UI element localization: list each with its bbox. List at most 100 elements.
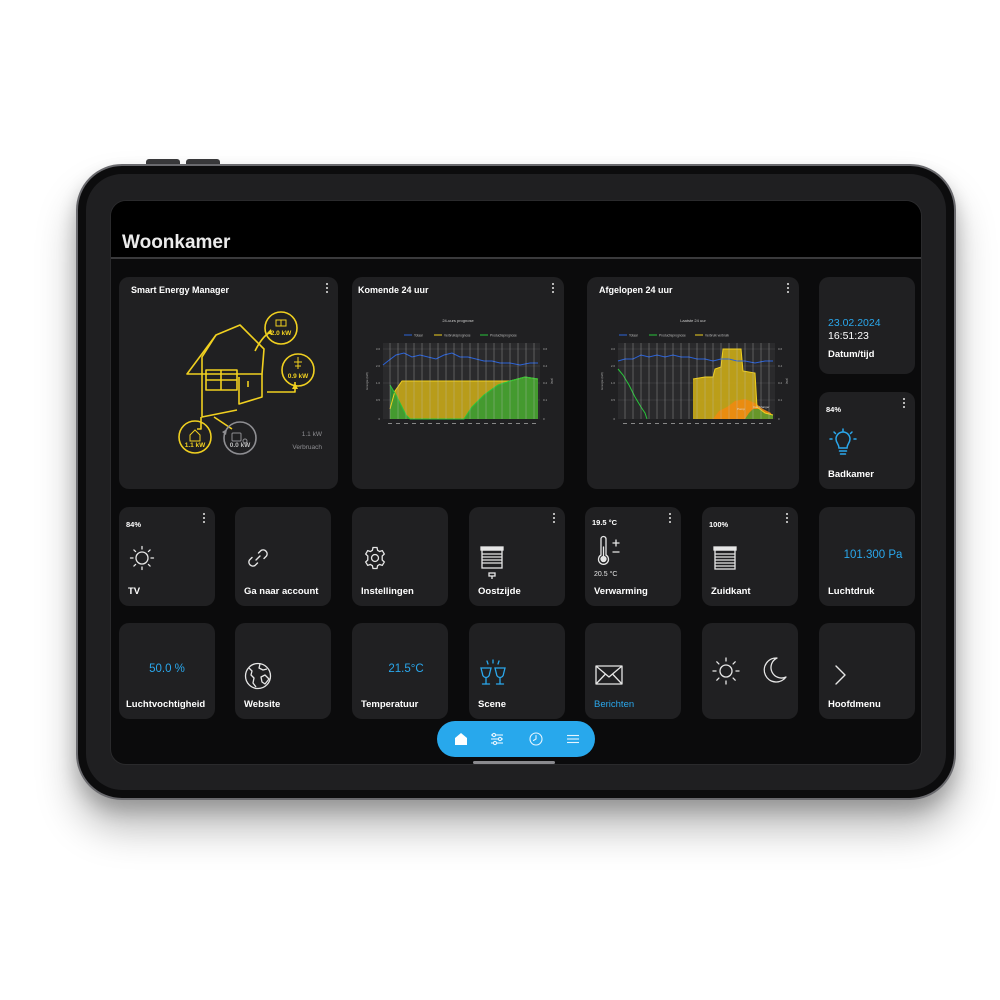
tile-verwarming[interactable]: 19.5 °C 20.5 °C Verwarming xyxy=(585,507,681,606)
svg-text:3.0: 3.0 xyxy=(611,347,616,351)
tile-label: Scene xyxy=(478,699,506,710)
more-options-icon[interactable] xyxy=(552,513,556,525)
page-header: Woonkamer xyxy=(111,201,921,259)
svg-text:0.5: 0.5 xyxy=(376,398,381,402)
app-screen: Woonkamer Smart Energy Manager 2.0 kW 0.… xyxy=(110,200,922,765)
blind-percent: 100% xyxy=(709,520,729,529)
svg-text:0.5: 0.5 xyxy=(611,398,616,402)
tile-hoofdmenu[interactable]: Hoofdmenu xyxy=(819,623,915,719)
more-options-icon[interactable] xyxy=(202,513,206,525)
time-value: 16:51:23 xyxy=(828,330,869,342)
tile-settings[interactable]: Instellingen xyxy=(352,507,448,606)
y-axis-label: Energie (kW) xyxy=(600,372,604,390)
tile-label: Datum/tijd xyxy=(828,349,875,360)
house-value: 1.1 kW xyxy=(185,442,206,449)
svg-text:3.0: 3.0 xyxy=(376,347,381,351)
lightbulb-icon xyxy=(829,428,857,455)
solar-value: 2.0 kW xyxy=(271,330,292,337)
tile-website[interactable]: Website xyxy=(235,623,331,719)
tile-label: Temperatuur xyxy=(361,699,419,710)
menu-icon[interactable] xyxy=(564,730,582,748)
heating-setpoint: 19.5 °C xyxy=(592,518,618,527)
svg-text:0.1: 0.1 xyxy=(543,398,548,402)
chart-annotation: Pomp xyxy=(737,407,745,411)
tile-scene[interactable]: Scene xyxy=(469,623,565,719)
datetime-card: 23.02.2024 16:51:23 Datum/tijd xyxy=(819,277,915,374)
moon-icon[interactable] xyxy=(760,655,790,685)
temperature-value: 21.5°C xyxy=(388,663,424,675)
y-axis-label: (kW) xyxy=(785,378,789,384)
tile-label: Instellingen xyxy=(361,586,414,597)
svg-text:2.0: 2.0 xyxy=(611,364,616,368)
tile-label: Luchtvochtigheid xyxy=(126,699,206,710)
svg-text:0.4: 0.4 xyxy=(543,364,548,368)
dimmer-percent: 84% xyxy=(126,520,142,529)
history-chart: Laatste 24 uur Totaal Productieprognose … xyxy=(595,309,791,439)
forecast-chart: 24-uurs prognose Totaal Verbruiksprognos… xyxy=(360,309,556,439)
bottom-nav xyxy=(437,721,595,757)
tile-label: Hoofdmenu xyxy=(828,699,881,710)
globe-icon xyxy=(244,662,272,690)
tile-zuidkant[interactable]: 100% Zuidkant xyxy=(702,507,798,606)
pressure-value: 101.300 Pa xyxy=(843,549,903,561)
glasses-icon xyxy=(480,659,506,685)
tile-account[interactable]: Ga naar account xyxy=(235,507,331,606)
car-value: 0.0 kW xyxy=(230,442,251,449)
tile-berichten[interactable]: Berichten xyxy=(585,623,681,719)
blind-icon xyxy=(480,546,504,579)
tile-label: TV xyxy=(128,586,141,597)
chevron-right-icon xyxy=(835,665,846,685)
tile-label: Luchtdruk xyxy=(828,586,875,597)
tile-tv[interactable]: 84% TV xyxy=(119,507,215,606)
svg-text:0.1: 0.1 xyxy=(778,398,783,402)
dimmer-percent: 84% xyxy=(826,405,842,414)
svg-text:0.6: 0.6 xyxy=(778,347,783,351)
more-options-icon[interactable] xyxy=(551,283,555,295)
legend-item: Productieprognose xyxy=(490,333,517,337)
tile-temperatuur: 21.5°C Temperatuur xyxy=(352,623,448,719)
page-title: Woonkamer xyxy=(122,232,231,253)
link-icon xyxy=(248,549,268,567)
svg-text:2.0: 2.0 xyxy=(376,364,381,368)
tile-label: Zuidkant xyxy=(711,586,751,597)
svg-text:0.6: 0.6 xyxy=(543,347,548,351)
humidity-value: 50.0 % xyxy=(149,663,185,675)
tile-badkamer[interactable]: 84% Badkamer xyxy=(819,392,915,489)
svg-text:0.4: 0.4 xyxy=(778,364,783,368)
clock-icon[interactable] xyxy=(527,730,545,748)
svg-text:1.0: 1.0 xyxy=(376,381,381,385)
more-options-icon[interactable] xyxy=(786,283,790,295)
legend-item: Productieprognose xyxy=(659,333,686,337)
more-options-icon[interactable] xyxy=(902,398,906,410)
svg-text:1.0: 1.0 xyxy=(611,381,616,385)
card-title: Afgelopen 24 uur xyxy=(599,285,673,295)
card-title: Komende 24 uur xyxy=(358,285,429,295)
date-value: 23.02.2024 xyxy=(828,317,881,329)
tile-label: Oostzijde xyxy=(478,586,521,597)
sun-icon[interactable] xyxy=(710,655,742,687)
tile-day-night[interactable] xyxy=(702,623,798,719)
y-axis-label: (kW) xyxy=(550,378,554,384)
energy-flow-diagram: 2.0 kW 0.9 kW 1.1 kW 0.0 kW 1.1 kW Verbr… xyxy=(178,311,323,455)
tile-luchtvochtigheid: 50.0 % Luchtvochtigheid xyxy=(119,623,215,719)
energy-manager-card[interactable]: Smart Energy Manager 2.0 kW 0.9 kW 1.1 k… xyxy=(119,277,338,489)
legend-item: Totaal xyxy=(629,333,638,337)
sliders-icon[interactable] xyxy=(488,730,506,748)
forecast-24h-card[interactable]: Komende 24 uur 24-uurs prognose Totaal V… xyxy=(352,277,564,489)
heating-current: 20.5 °C xyxy=(594,571,618,578)
chart-annotation: Car Charger xyxy=(753,405,770,409)
home-icon[interactable] xyxy=(452,730,470,748)
grid-value: 0.9 kW xyxy=(288,373,309,380)
legend-item: Totaal xyxy=(414,333,423,337)
home-indicator[interactable] xyxy=(473,761,555,764)
tile-label: Ga naar account xyxy=(244,586,319,597)
more-options-icon[interactable] xyxy=(668,513,672,525)
more-options-icon[interactable] xyxy=(785,513,789,525)
blind-icon xyxy=(713,546,737,570)
tile-oostzijde[interactable]: Oostzijde xyxy=(469,507,565,606)
history-24h-card[interactable]: Afgelopen 24 uur Laatste 24 uur Totaal P… xyxy=(587,277,799,489)
envelope-icon xyxy=(595,665,623,685)
chart-title: Laatste 24 uur xyxy=(680,318,706,323)
legend-item: Verbruik verbruik xyxy=(705,333,729,337)
gear-icon xyxy=(364,546,386,570)
